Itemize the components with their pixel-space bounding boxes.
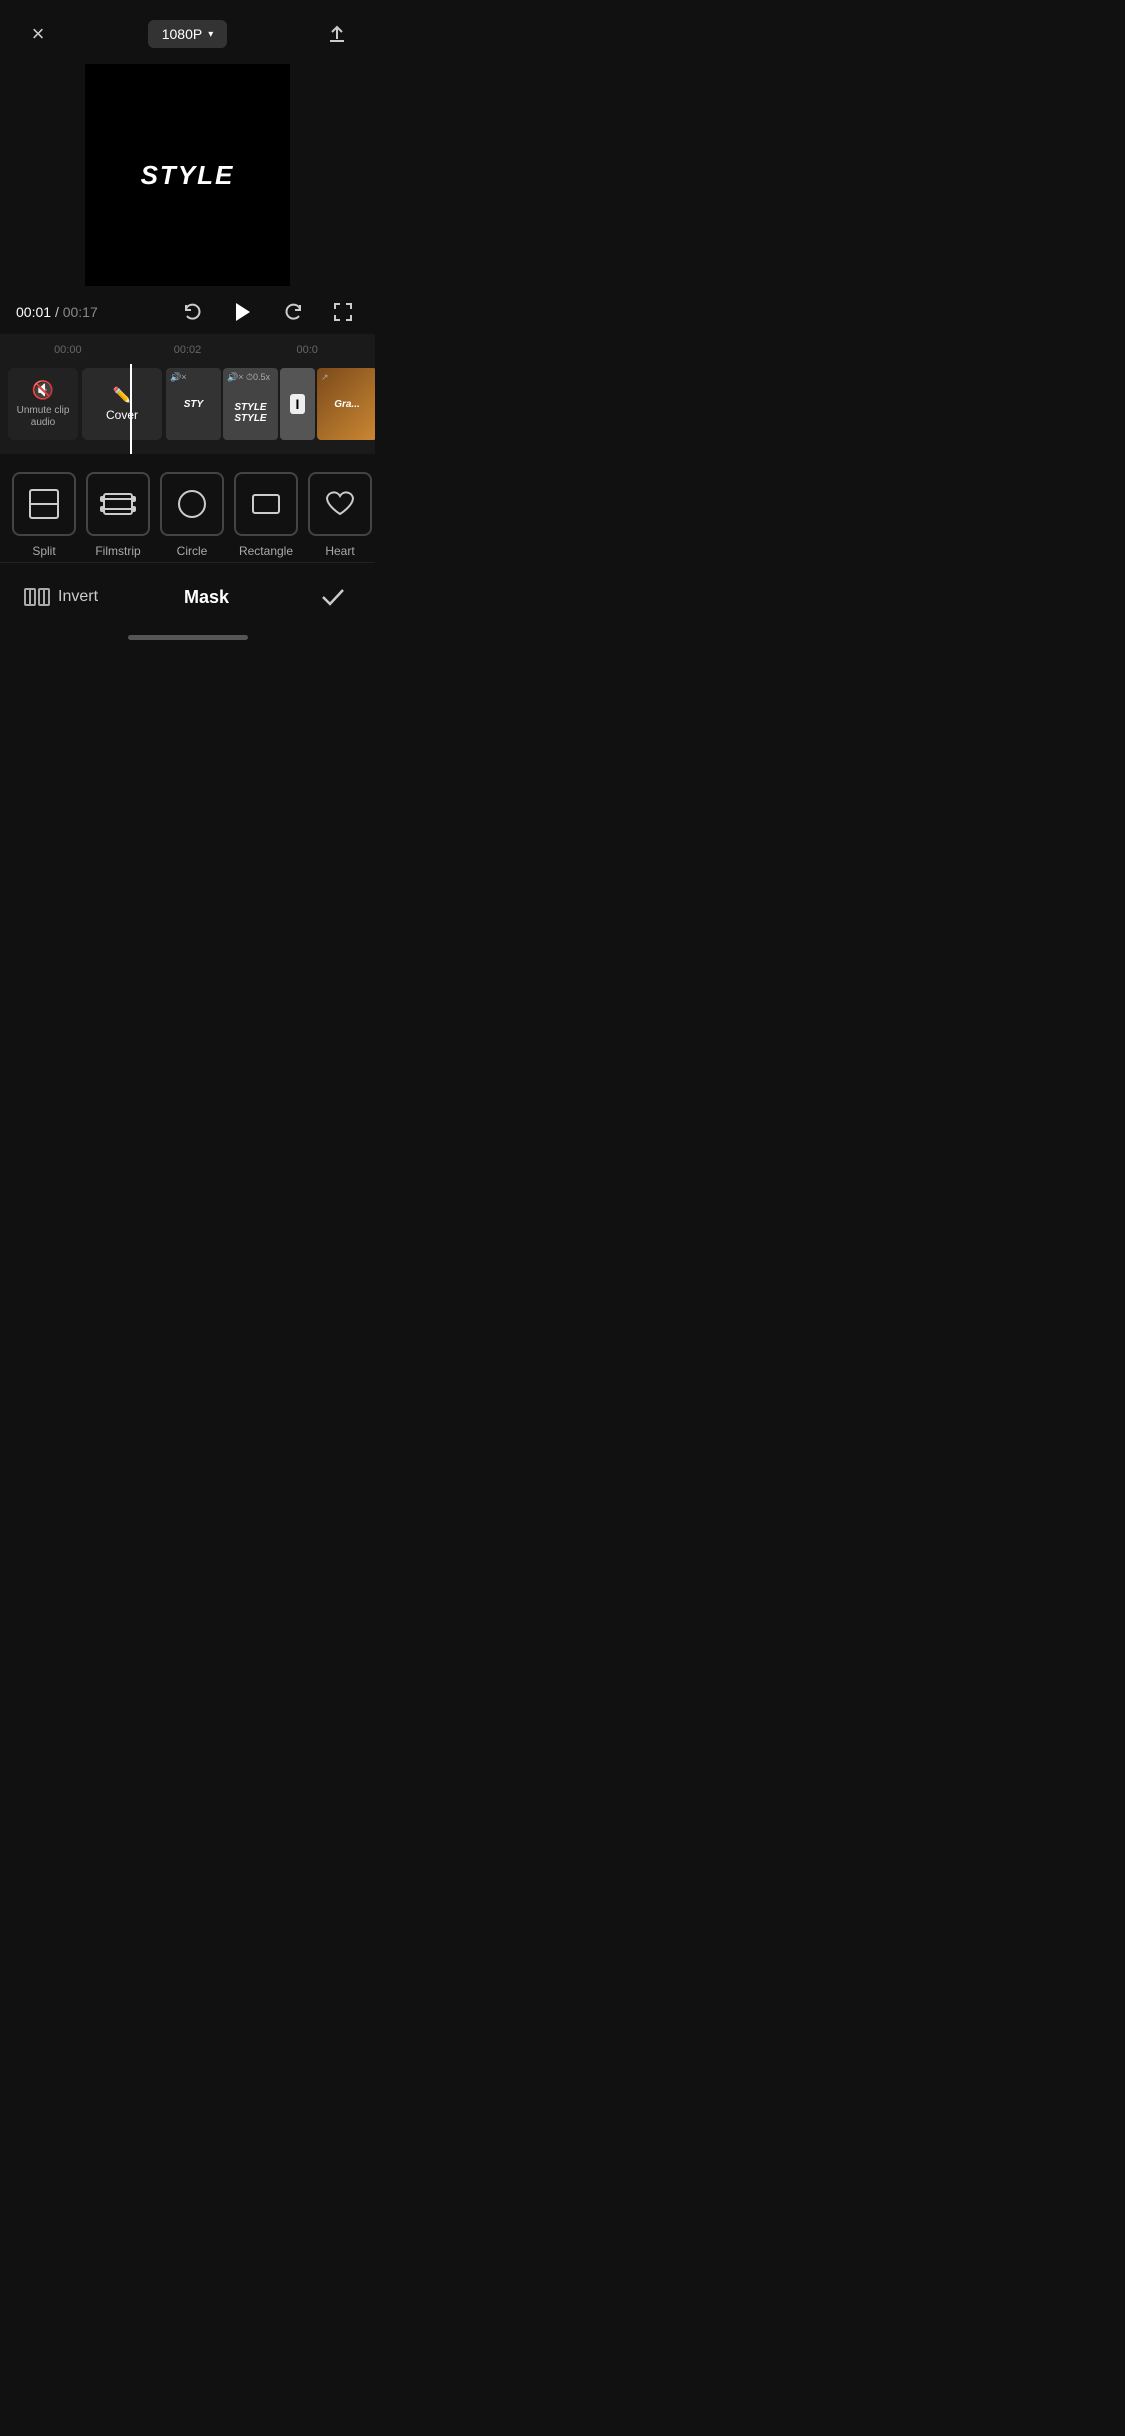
time-display: 00:01 / 00:17 bbox=[16, 304, 98, 320]
cover-edit-icon: ✏️ bbox=[113, 386, 132, 404]
clip-2-text: STYLESTYLE bbox=[234, 402, 266, 424]
video-preview: STYLE bbox=[85, 64, 290, 286]
circle-icon bbox=[174, 486, 210, 522]
checkmark-icon bbox=[320, 586, 346, 608]
filmstrip-icon-box bbox=[86, 472, 150, 536]
home-bar bbox=[128, 635, 248, 640]
playhead bbox=[130, 364, 132, 454]
playback-bar: 00:01 / 00:17 bbox=[0, 286, 375, 334]
undo-icon bbox=[182, 301, 204, 323]
audio-mute-label: Unmute clip audio bbox=[8, 405, 78, 429]
timeline-ruler: 00:00 00:02 00:0 bbox=[0, 340, 375, 364]
ruler-mark-2: 00:0 bbox=[247, 344, 367, 356]
ruler-track: 00:00 00:02 00:0 bbox=[0, 344, 375, 356]
audio-mute-track[interactable]: 🔇 Unmute clip audio bbox=[8, 368, 78, 440]
play-button[interactable] bbox=[227, 296, 259, 328]
mask-shape-split[interactable]: Split bbox=[10, 472, 78, 558]
close-icon: × bbox=[32, 21, 45, 47]
ruler-mark-1: 00:02 bbox=[128, 344, 248, 356]
close-button[interactable]: × bbox=[20, 16, 56, 52]
mask-shape-heart[interactable]: Heart bbox=[306, 472, 374, 558]
filmstrip-icon bbox=[100, 486, 136, 522]
clip-1-text: STY bbox=[184, 399, 203, 410]
cover-track[interactable]: ✏️ Cover bbox=[82, 368, 162, 440]
invert-icon bbox=[24, 586, 50, 608]
heart-icon-box bbox=[308, 472, 372, 536]
time-separator: / bbox=[55, 304, 63, 320]
play-icon bbox=[231, 300, 255, 324]
timeline-tracks: 🔇 Unmute clip audio ✏️ Cover 🔊× STY 🔊× ⏱… bbox=[0, 364, 375, 454]
video-title-text: STYLE bbox=[141, 160, 235, 191]
clip-3-pause: I bbox=[290, 394, 306, 414]
fullscreen-button[interactable] bbox=[327, 296, 359, 328]
clip-4[interactable]: ↗ Gra... bbox=[317, 368, 375, 440]
home-indicator bbox=[0, 627, 375, 646]
cover-label: Cover bbox=[106, 408, 138, 422]
clip-2[interactable]: 🔊× ⏱0.5x STYLESTYLE bbox=[223, 368, 278, 440]
clip-speed-icon: 🔊× ⏱0.5x bbox=[227, 372, 270, 383]
invert-button[interactable]: Invert bbox=[24, 586, 98, 608]
fullscreen-icon bbox=[332, 301, 354, 323]
playback-controls bbox=[177, 296, 359, 328]
timeline-area: 00:00 00:02 00:0 🔇 Unmute clip audio ✏️ … bbox=[0, 334, 375, 454]
split-label: Split bbox=[32, 544, 55, 558]
heart-icon bbox=[322, 486, 358, 522]
upload-icon bbox=[326, 23, 348, 45]
redo-button[interactable] bbox=[277, 296, 309, 328]
mask-shape-filmstrip[interactable]: Filmstrip bbox=[84, 472, 152, 558]
invert-label: Invert bbox=[58, 588, 98, 606]
clip-4-text: Gra... bbox=[330, 395, 364, 414]
total-time: 00:17 bbox=[63, 304, 98, 320]
chevron-down-icon: ▾ bbox=[208, 29, 213, 40]
circle-label: Circle bbox=[177, 544, 208, 558]
mute-icon: 🔇 bbox=[32, 380, 54, 401]
mask-shape-circle[interactable]: Circle bbox=[158, 472, 226, 558]
mask-title: Mask bbox=[184, 587, 229, 608]
clip-1[interactable]: 🔊× STY bbox=[166, 368, 221, 440]
redo-icon bbox=[282, 301, 304, 323]
style-clips: 🔊× STY 🔊× ⏱0.5x STYLESTYLE I ↗ Gra... bbox=[166, 368, 375, 446]
resolution-button[interactable]: 1080P ▾ bbox=[148, 20, 228, 48]
mask-shape-rectangle[interactable]: Rectangle bbox=[232, 472, 300, 558]
mask-options: Split Filmstrip bbox=[0, 454, 375, 562]
ruler-mark-0: 00:00 bbox=[8, 344, 128, 356]
split-icon-box bbox=[12, 472, 76, 536]
rectangle-icon-box bbox=[234, 472, 298, 536]
clip-3[interactable]: I bbox=[280, 368, 315, 440]
top-bar: × 1080P ▾ bbox=[0, 0, 375, 60]
bottom-action-bar: Invert Mask bbox=[0, 562, 375, 627]
clip-volume-icon: 🔊× bbox=[170, 372, 186, 383]
heart-label: Heart bbox=[325, 544, 354, 558]
current-time: 00:01 bbox=[16, 304, 51, 320]
undo-button[interactable] bbox=[177, 296, 209, 328]
confirm-button[interactable] bbox=[315, 579, 351, 615]
rectangle-icon bbox=[248, 486, 284, 522]
gradient-icon: ↗ bbox=[321, 372, 329, 383]
export-button[interactable] bbox=[319, 16, 355, 52]
split-icon bbox=[26, 486, 62, 522]
resolution-label: 1080P bbox=[162, 26, 202, 42]
circle-icon-box bbox=[160, 472, 224, 536]
filmstrip-label: Filmstrip bbox=[95, 544, 140, 558]
mask-shapes-scroll: Split Filmstrip bbox=[0, 464, 375, 562]
rectangle-label: Rectangle bbox=[239, 544, 293, 558]
